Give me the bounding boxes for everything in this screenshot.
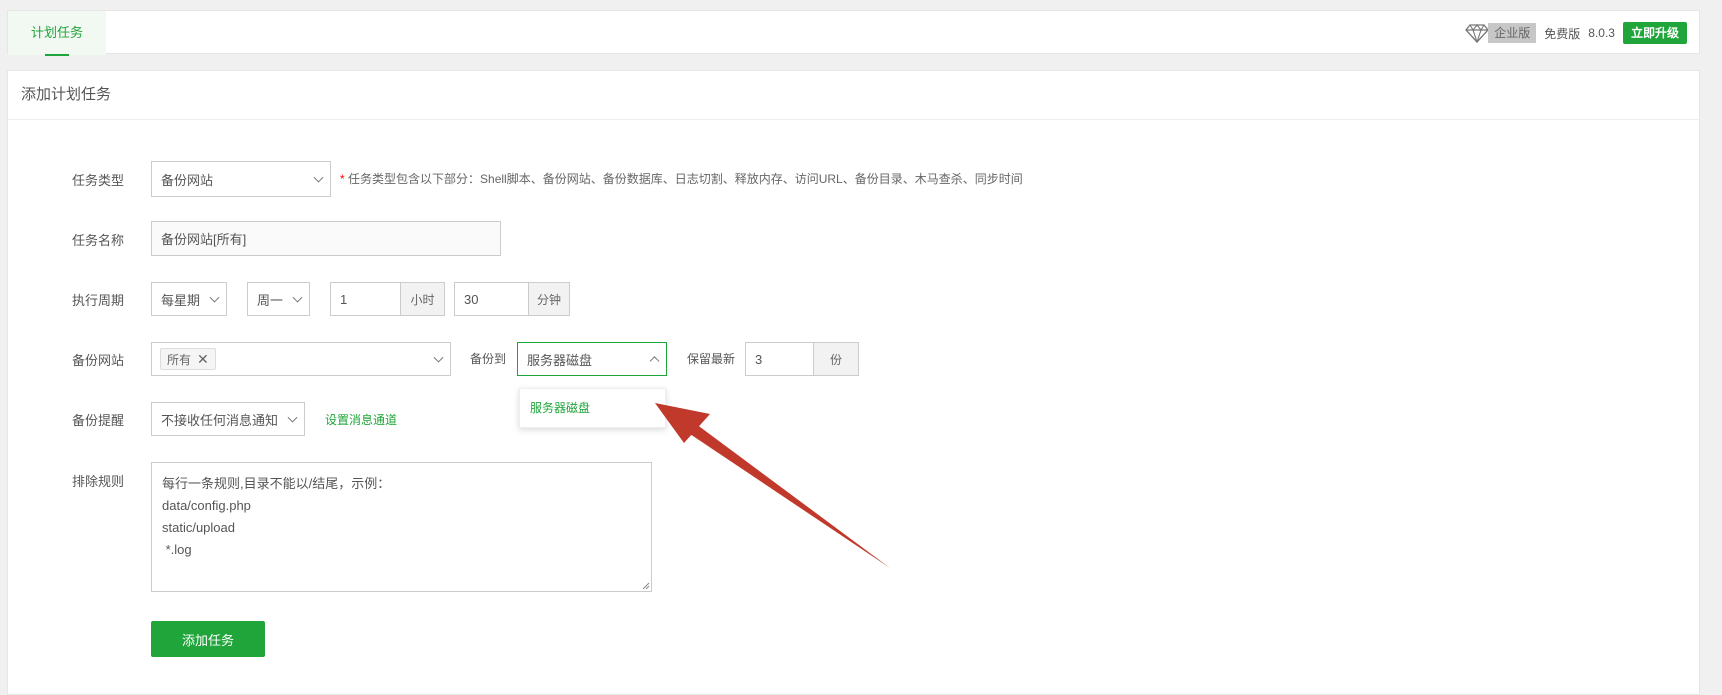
chevron-down-icon — [433, 352, 444, 363]
keep-unit: 份 — [813, 343, 858, 375]
annotation-arrow-icon — [655, 403, 890, 568]
minute-unit: 分钟 — [528, 283, 569, 315]
task-name-value: 备份网站[所有] — [161, 232, 247, 247]
chevron-down-icon — [292, 292, 303, 303]
task-name-input[interactable]: 备份网站[所有] — [151, 221, 501, 256]
textarea-placeholder-line: 每行一条规则,目录不能以/结尾，示例： — [162, 476, 391, 491]
task-type-value: 备份网站 — [161, 172, 214, 188]
upgrade-button[interactable]: 立即升级 — [1622, 22, 1687, 44]
hour-input[interactable]: 1 小时 — [330, 282, 445, 316]
version-label: 8.0.3 — [1588, 26, 1615, 40]
tab-scheduled-tasks[interactable]: 计划任务 — [8, 11, 106, 56]
notify-label: 备份提醒 — [72, 413, 125, 428]
exclude-rules-textarea[interactable]: 每行一条规则,目录不能以/结尾，示例： data/config.php stat… — [151, 462, 652, 592]
textarea-placeholder-line: data/config.php — [162, 498, 251, 513]
weekday-value: 周一 — [257, 292, 284, 308]
period-label: 执行周期 — [72, 293, 125, 308]
chevron-down-icon — [209, 292, 220, 303]
notify-value: 不接收任何消息通知 — [161, 412, 279, 428]
minute-input[interactable]: 30 分钟 — [454, 282, 570, 316]
chevron-down-icon — [287, 412, 298, 423]
task-name-label: 任务名称 — [72, 233, 125, 248]
task-type-hint-text: 任务类型包含以下部分：Shell脚本、备份网站、备份数据库、日志切割、释放内存、… — [348, 172, 1023, 186]
task-type-select[interactable]: 备份网站 — [151, 161, 331, 197]
required-star: * — [340, 172, 345, 186]
hour-unit: 小时 — [400, 283, 444, 315]
free-edition-label: 免费版 — [1544, 26, 1581, 41]
chevron-up-icon — [649, 356, 660, 367]
task-type-label: 任务类型 — [72, 173, 125, 188]
keep-latest-label: 保留最新 — [687, 352, 736, 366]
minute-value: 30 — [464, 291, 479, 307]
add-task-button[interactable]: 添加任务 — [151, 621, 265, 657]
backup-to-select[interactable]: 服务器磁盘 — [517, 342, 667, 376]
tab-underline — [45, 54, 69, 56]
message-channel-link[interactable]: 设置消息通道 — [325, 411, 397, 428]
notify-select[interactable]: 不接收任何消息通知 — [151, 402, 305, 436]
top-bar: 计划任务 企业版 免费版 8.0.3 立即升级 — [7, 10, 1700, 56]
tab-label: 计划任务 — [30, 25, 83, 40]
chevron-down-icon — [313, 172, 324, 183]
resize-handle-icon[interactable] — [642, 582, 650, 590]
task-type-hint: * 任务类型包含以下部分：Shell脚本、备份网站、备份数据库、日志切割、释放内… — [340, 170, 1023, 187]
close-icon[interactable]: ✕ — [197, 351, 209, 368]
hour-value: 1 — [340, 291, 348, 307]
exclude-label: 排除规则 — [72, 474, 125, 489]
backup-to-value: 服务器磁盘 — [527, 352, 593, 368]
diamond-icon — [1464, 22, 1490, 44]
textarea-placeholder-line: static/upload — [162, 520, 235, 535]
backup-site-label: 备份网站 — [72, 353, 125, 368]
site-tag-label: 所有 — [167, 352, 192, 367]
site-tag: 所有 ✕ — [160, 348, 216, 370]
backup-site-select[interactable]: 所有 ✕ — [151, 342, 451, 376]
version-info: 企业版 免费版 8.0.3 立即升级 — [1464, 22, 1687, 44]
panel-title: 添加计划任务 — [8, 71, 1699, 120]
enterprise-badge[interactable]: 企业版 — [1488, 23, 1537, 43]
period-cycle-select[interactable]: 每星期 — [151, 282, 227, 316]
keep-count-input[interactable]: 3 份 — [745, 342, 859, 376]
weekday-select[interactable]: 周一 — [247, 282, 310, 316]
period-cycle-value: 每星期 — [161, 292, 201, 308]
keep-count-value: 3 — [755, 351, 763, 367]
textarea-placeholder-line: *.log — [162, 542, 192, 557]
backup-to-label: 备份到 — [470, 352, 507, 366]
